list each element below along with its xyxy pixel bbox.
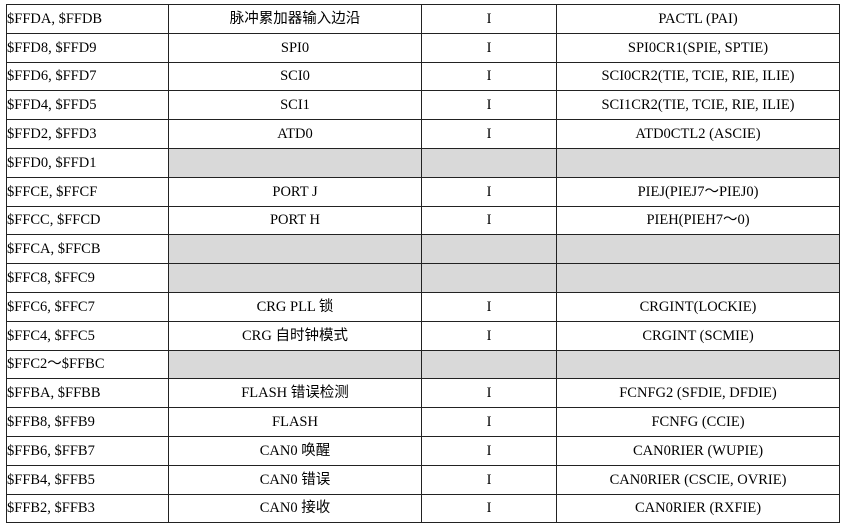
table-row: $FFB8, $FFB9 FLASH I FCNFG (CCIE) bbox=[6, 407, 840, 437]
local-enable-cell: PACTL (PAI) bbox=[556, 4, 840, 34]
ccr-mask-cell: I bbox=[421, 119, 557, 149]
ccr-mask-cell: I bbox=[421, 320, 557, 351]
reserved-cell bbox=[168, 147, 422, 178]
vector-address-cell: $FFCE, $FFCF bbox=[6, 176, 169, 207]
local-enable-cell: ATD0CTL2 (ASCIE) bbox=[556, 119, 840, 149]
vector-address-cell: $FFC2～$FFBC bbox=[6, 349, 169, 380]
vector-address-cell: $FFB4, $FFB5 bbox=[6, 464, 169, 495]
reserved-cell bbox=[421, 234, 557, 265]
reserved-cell bbox=[556, 349, 840, 380]
table-row: $FFB2, $FFB3 CAN0 接收 I CAN0RIER (RXFIE) bbox=[6, 493, 840, 524]
local-enable-cell: SCI1CR2(TIE, TCIE, RIE, ILIE) bbox=[556, 90, 840, 121]
table-row: $FFB4, $FFB5 CAN0 错误 I CAN0RIER (CSCIE, OVR… bbox=[6, 464, 840, 495]
local-enable-cell: CAN0RIER (CSCIE, OVRIE) bbox=[556, 464, 840, 495]
reserved-cell bbox=[421, 263, 557, 293]
local-enable-cell: CAN0RIER (RXFIE) bbox=[556, 493, 840, 524]
vector-address-cell: $FFB6, $FFB7 bbox=[6, 435, 169, 466]
ccr-mask-cell: I bbox=[421, 378, 557, 409]
interrupt-source-cell: PORT H bbox=[168, 205, 422, 236]
vector-address-cell: $FFC4, $FFC5 bbox=[6, 320, 169, 351]
table-row: $FFC2～$FFBC bbox=[6, 349, 840, 380]
vector-address-cell: $FFC6, $FFC7 bbox=[6, 291, 169, 322]
vector-address-cell: $FFCC, $FFCD bbox=[6, 205, 169, 236]
vector-address-cell: $FFB8, $FFB9 bbox=[6, 407, 169, 437]
interrupt-vector-table: $FFDA, $FFDB 脉冲累加器输入边沿 I PACTL (PAI) $FFD8, … bbox=[6, 4, 840, 524]
table-row: $FFC8, $FFC9 bbox=[6, 263, 840, 293]
interrupt-source-cell: SPI0 bbox=[168, 32, 422, 63]
local-enable-cell: SCI0CR2(TIE, TCIE, RIE, ILIE) bbox=[556, 61, 840, 92]
table-row: $FFD8, $FFD9 SPI0 I SPI0CR1(SPIE, SPTIE) bbox=[6, 32, 840, 63]
local-enable-cell: CRGINT (SCMIE) bbox=[556, 320, 840, 351]
vector-address-cell: $FFD0, $FFD1 bbox=[6, 147, 169, 178]
reserved-cell bbox=[556, 234, 840, 265]
reserved-cell bbox=[168, 263, 422, 293]
vector-address-cell: $FFCA, $FFCB bbox=[6, 234, 169, 265]
vector-address-cell: $FFD2, $FFD3 bbox=[6, 119, 169, 149]
interrupt-source-cell: SCI0 bbox=[168, 61, 422, 92]
table-row: $FFB6, $FFB7 CAN0 唤醒 I CAN0RIER (WUPIE) bbox=[6, 435, 840, 466]
ccr-mask-cell: I bbox=[421, 61, 557, 92]
interrupt-source-cell: SCI1 bbox=[168, 90, 422, 121]
local-enable-cell: CRGINT(LOCKIE) bbox=[556, 291, 840, 322]
table-body: $FFDA, $FFDB 脉冲累加器输入边沿 I PACTL (PAI) $FFD8, … bbox=[6, 4, 840, 524]
vector-address-cell: $FFB2, $FFB3 bbox=[6, 493, 169, 524]
reserved-cell bbox=[556, 147, 840, 178]
ccr-mask-cell: I bbox=[421, 493, 557, 524]
vector-address-cell: $FFDA, $FFDB bbox=[6, 4, 169, 34]
vector-address-cell: $FFD4, $FFD5 bbox=[6, 90, 169, 121]
interrupt-source-cell: CAN0 错误 bbox=[168, 464, 422, 495]
reserved-cell bbox=[168, 349, 422, 380]
local-enable-cell: PIEJ(PIEJ7～PIEJ0) bbox=[556, 176, 840, 207]
ccr-mask-cell: I bbox=[421, 435, 557, 466]
local-enable-cell: FCNFG2 (SFDIE, DFDIE) bbox=[556, 378, 840, 409]
vector-address-cell: $FFC8, $FFC9 bbox=[6, 263, 169, 293]
ccr-mask-cell: I bbox=[421, 464, 557, 495]
local-enable-cell: SPI0CR1(SPIE, SPTIE) bbox=[556, 32, 840, 63]
ccr-mask-cell: I bbox=[421, 291, 557, 322]
ccr-mask-cell: I bbox=[421, 90, 557, 121]
ccr-mask-cell: I bbox=[421, 4, 557, 34]
reserved-cell bbox=[556, 263, 840, 293]
table-row: $FFD6, $FFD7 SCI0 I SCI0CR2(TIE, TCIE, RIE,… bbox=[6, 61, 840, 92]
table-row: $FFDA, $FFDB 脉冲累加器输入边沿 I PACTL (PAI) bbox=[6, 4, 840, 34]
table-row: $FFD4, $FFD5 SCI1 I SCI1CR2(TIE, TCIE, RIE,… bbox=[6, 90, 840, 121]
local-enable-cell: FCNFG (CCIE) bbox=[556, 407, 840, 437]
table-row: $FFD2, $FFD3 ATD0 I ATD0CTL2 (ASCIE) bbox=[6, 119, 840, 149]
interrupt-source-cell: FLASH bbox=[168, 407, 422, 437]
interrupt-source-cell: FLASH 错误检测 bbox=[168, 378, 422, 409]
ccr-mask-cell: I bbox=[421, 32, 557, 63]
table-row: $FFC6, $FFC7 CRG PLL 锁 I CRGINT(LOCKIE) bbox=[6, 291, 840, 322]
table-row: $FFBA, $FFBB FLASH 错误检测 I FCNFG2 (SFDIE, DF… bbox=[6, 378, 840, 409]
ccr-mask-cell: I bbox=[421, 176, 557, 207]
interrupt-source-cell: CAN0 唤醒 bbox=[168, 435, 422, 466]
interrupt-source-cell: CRG PLL 锁 bbox=[168, 291, 422, 322]
vector-address-cell: $FFBA, $FFBB bbox=[6, 378, 169, 409]
vector-address-cell: $FFD6, $FFD7 bbox=[6, 61, 169, 92]
table-row: $FFC4, $FFC5 CRG 自时钟模式 I CRGINT (SCMIE) bbox=[6, 320, 840, 351]
reserved-cell bbox=[421, 147, 557, 178]
interrupt-source-cell: ATD0 bbox=[168, 119, 422, 149]
interrupt-source-cell: PORT J bbox=[168, 176, 422, 207]
local-enable-cell: PIEH(PIEH7～0) bbox=[556, 205, 840, 236]
table-row: $FFCA, $FFCB bbox=[6, 234, 840, 265]
table-row: $FFCE, $FFCF PORT J I PIEJ(PIEJ7～PIEJ0) bbox=[6, 176, 840, 207]
reserved-cell bbox=[421, 349, 557, 380]
reserved-cell bbox=[168, 234, 422, 265]
local-enable-cell: CAN0RIER (WUPIE) bbox=[556, 435, 840, 466]
ccr-mask-cell: I bbox=[421, 205, 557, 236]
interrupt-source-cell: 脉冲累加器输入边沿 bbox=[168, 4, 422, 34]
ccr-mask-cell: I bbox=[421, 407, 557, 437]
table-row: $FFCC, $FFCD PORT H I PIEH(PIEH7～0) bbox=[6, 205, 840, 236]
interrupt-source-cell: CRG 自时钟模式 bbox=[168, 320, 422, 351]
vector-address-cell: $FFD8, $FFD9 bbox=[6, 32, 169, 63]
interrupt-source-cell: CAN0 接收 bbox=[168, 493, 422, 524]
table-row: $FFD0, $FFD1 bbox=[6, 147, 840, 178]
